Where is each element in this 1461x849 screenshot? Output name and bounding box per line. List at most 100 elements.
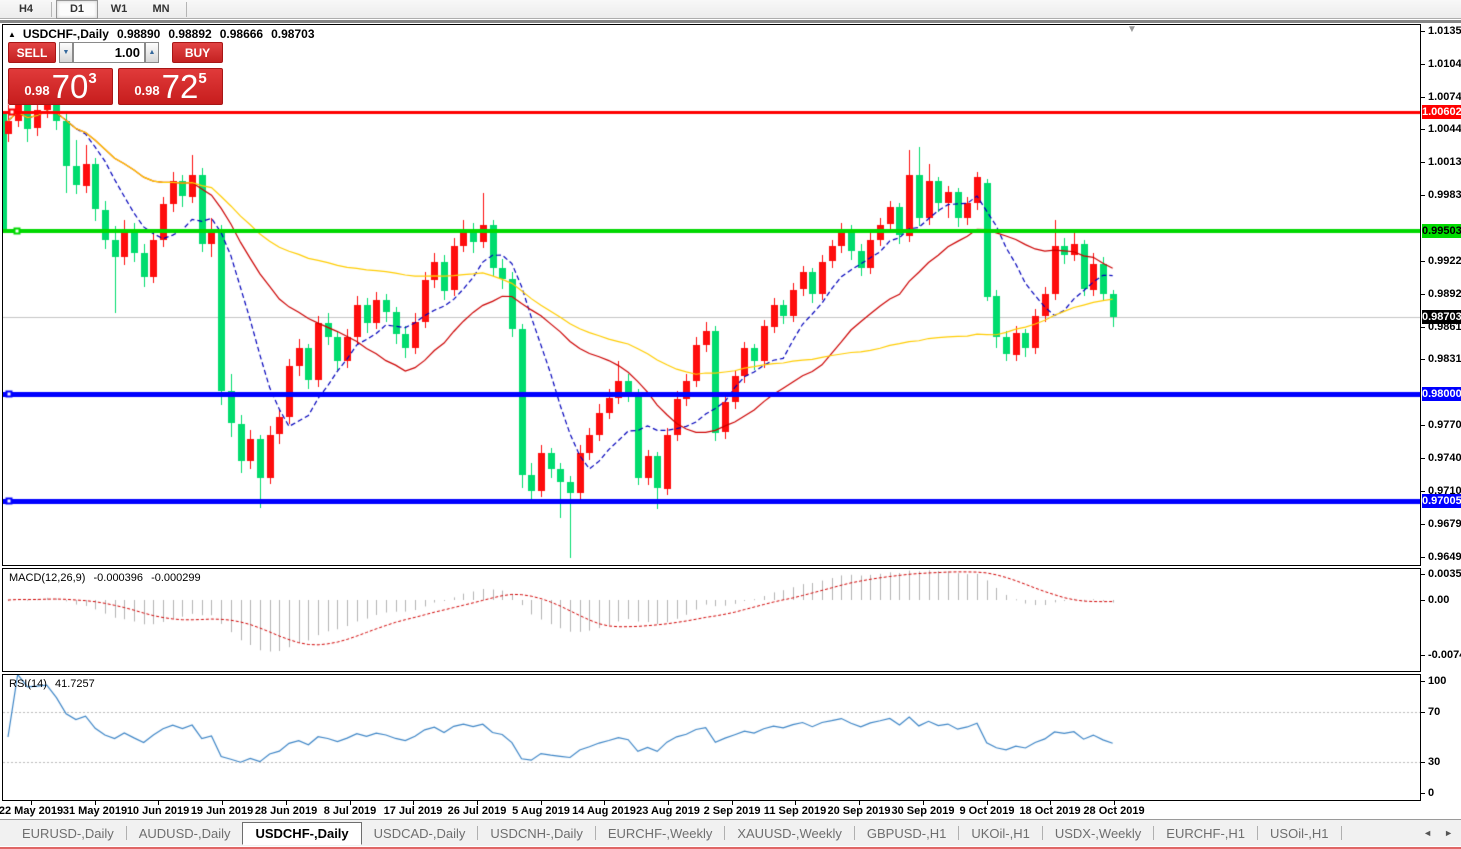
price-axis-label: 0.97705 (1428, 419, 1461, 432)
axis-tick (1421, 294, 1425, 295)
axis-tick (1421, 524, 1425, 525)
tab-divider (1341, 826, 1342, 840)
chart-tab-usdchf-daily[interactable]: USDCHF-,Daily (242, 822, 361, 845)
date-label: 9 Oct 2019 (959, 805, 1014, 817)
price-axis-label: 1.00740 (1428, 91, 1461, 104)
volume-input[interactable] (74, 43, 144, 62)
macd-axis-label: 0.00 (1428, 594, 1449, 607)
axis-tick (1421, 712, 1425, 713)
date-label: 23 Aug 2019 (636, 805, 700, 817)
axis-tick (1421, 327, 1425, 328)
chart-tab-usdcad-daily[interactable]: USDCAD-,Daily (362, 826, 478, 841)
date-label: 30 Sep 2019 (892, 805, 955, 817)
price-axis-label: 1.00135 (1428, 156, 1461, 169)
rsi-axis-label: 100 (1428, 675, 1446, 688)
buy-price-base: 0.98 (134, 83, 159, 98)
main-chart-canvas[interactable] (3, 25, 1420, 565)
ohlc-low: 0.98666 (220, 27, 263, 41)
toolbar-divider (51, 2, 52, 17)
buy-price-pip: 5 (198, 70, 206, 87)
buy-price-box[interactable]: 0.98 72 5 (118, 68, 223, 105)
chart-tab-bar: EURUSD-,DailyAUDUSD-,DailyUSDCHF-,DailyU… (0, 819, 1461, 846)
macd-axis-label: 0.003574 (1428, 568, 1461, 581)
chart-shift-marker-icon[interactable]: ▼ (1127, 24, 1137, 35)
axis-tick (1421, 359, 1425, 360)
toolbar-separator (0, 20, 1461, 23)
macd-canvas[interactable] (3, 569, 1420, 671)
timeframe-button-w1[interactable]: W1 (98, 0, 140, 19)
volume-decrease-button[interactable]: ▼ (59, 42, 73, 63)
chart-tab-usdx-weekly[interactable]: USDX-,Weekly (1043, 826, 1153, 841)
sell-price-box[interactable]: 0.98 70 3 (8, 68, 113, 105)
axis-tick (1421, 64, 1425, 65)
date-label: 18 Oct 2019 (1019, 805, 1080, 817)
price-axis-label: 0.96795 (1428, 518, 1461, 531)
axis-tick (1421, 600, 1425, 601)
main-chart-panel (2, 24, 1421, 566)
price-badge: 0.98703 (1422, 310, 1461, 324)
date-label: 31 May 2019 (63, 805, 127, 817)
axis-tick (1421, 261, 1425, 262)
chart-tab-ukoil-h1[interactable]: UKOil-,H1 (959, 826, 1042, 841)
rsi-canvas[interactable] (3, 675, 1420, 800)
price-axis-label: 0.96490 (1428, 551, 1461, 564)
chart-tab-usdcnh-daily[interactable]: USDCNH-,Daily (478, 826, 594, 841)
collapse-triangle-icon[interactable]: ▲ (8, 30, 16, 39)
sell-button[interactable]: SELL (8, 42, 56, 63)
price-axis-label: 1.01350 (1428, 25, 1461, 38)
sell-price-big: 70 (52, 71, 89, 102)
axis-tick (1421, 793, 1425, 794)
macd-panel: MACD(12,26,9) -0.000396 -0.000299 (2, 568, 1421, 672)
axis-tick (1421, 458, 1425, 459)
rsi-axis-label: 70 (1428, 706, 1440, 719)
axis-tick (1421, 31, 1425, 32)
chevron-up-icon: ▲ (149, 49, 156, 56)
toolbar-divider (186, 2, 187, 17)
buy-button[interactable]: BUY (172, 42, 223, 63)
price-badge: 0.99503 (1422, 224, 1461, 238)
rsi-value: 41.7257 (55, 678, 95, 690)
chart-tab-eurchf-h1[interactable]: EURCHF-,H1 (1154, 826, 1257, 841)
price-axis-label: 1.00440 (1428, 123, 1461, 136)
axis-tick (1421, 97, 1425, 98)
price-badge: 0.98000 (1422, 387, 1461, 401)
ohlc-high: 0.98892 (168, 27, 211, 41)
sell-price-base: 0.98 (24, 83, 49, 98)
date-label: 8 Jul 2019 (324, 805, 377, 817)
volume-increase-button[interactable]: ▲ (145, 42, 159, 63)
macd-name: MACD(12,26,9) (9, 572, 85, 584)
date-label: 5 Aug 2019 (512, 805, 570, 817)
chart-tab-gbpusd-h1[interactable]: GBPUSD-,H1 (855, 826, 958, 841)
sell-price-pip: 3 (88, 70, 96, 87)
macd-axis-label: -0.00749 (1428, 649, 1461, 662)
price-axis-label: 0.97400 (1428, 452, 1461, 465)
price-axis-label: 0.98315 (1428, 353, 1461, 366)
price-axis: 1.013501.010451.007401.004401.001350.998… (1421, 24, 1461, 819)
tab-scroll-right-icon[interactable]: ► (1444, 828, 1453, 838)
axis-tick (1421, 491, 1425, 492)
tab-scroll-left-icon[interactable]: ◄ (1423, 828, 1432, 838)
axis-tick (1421, 425, 1425, 426)
rsi-name: RSI(14) (9, 678, 47, 690)
axis-tick (1421, 195, 1425, 196)
date-label: 28 Oct 2019 (1083, 805, 1144, 817)
timeframe-button-h4[interactable]: H4 (5, 0, 47, 19)
chart-tab-eurchf-weekly[interactable]: EURCHF-,Weekly (596, 826, 725, 841)
chart-tab-eurusd-daily[interactable]: EURUSD-,Daily (10, 826, 126, 841)
date-label: 14 Aug 2019 (572, 805, 636, 817)
date-label: 10 Jun 2019 (127, 805, 189, 817)
date-label: 28 Jun 2019 (255, 805, 317, 817)
timeframe-button-mn[interactable]: MN (140, 0, 182, 19)
axis-tick (1421, 762, 1425, 763)
date-label: 20 Sep 2019 (828, 805, 891, 817)
timeframe-button-d1[interactable]: D1 (56, 0, 98, 19)
price-axis-label: 0.99225 (1428, 255, 1461, 268)
price-badge: 1.00602 (1422, 105, 1461, 119)
chart-tab-xauusd-weekly[interactable]: XAUUSD-,Weekly (725, 826, 854, 841)
rsi-label: RSI(14) 41.7257 (9, 678, 100, 690)
timeframe-toolbar: H4 D1W1MN (0, 0, 1461, 19)
chart-tab-audusd-daily[interactable]: AUDUSD-,Daily (127, 826, 243, 841)
chart-tab-usoil-h1[interactable]: USOil-,H1 (1258, 826, 1341, 841)
date-label: 11 Sep 2019 (764, 805, 826, 817)
axis-tick (1421, 162, 1425, 163)
